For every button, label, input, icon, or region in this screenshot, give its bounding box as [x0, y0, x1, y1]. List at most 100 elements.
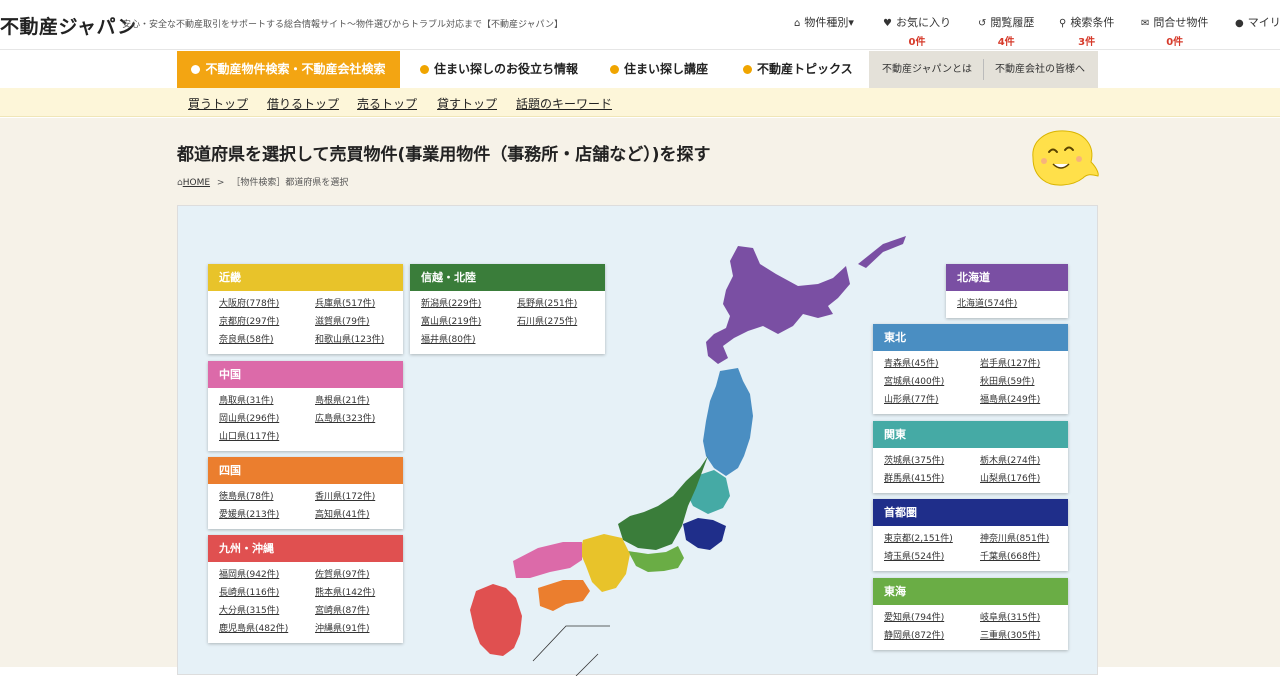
map-region-shikoku[interactable] [538, 580, 590, 611]
pref-link[interactable]: 鳥取県(31件) [219, 392, 307, 410]
pref-link[interactable]: 北海道(574件) [957, 295, 1068, 313]
pref-link[interactable]: 愛媛県(213件) [219, 506, 307, 524]
pref-link[interactable]: 島根県(21件) [315, 392, 403, 410]
subnav-buy[interactable]: 買うトップ [188, 95, 248, 112]
pref-link[interactable]: 群馬県(415件) [884, 470, 972, 488]
tab-property-search[interactable]: 不動産物件検索・不動産会社検索 [177, 51, 400, 88]
pref-list-shinetsu: 新潟県(229件) 長野県(251件) 富山県(219件) 石川県(275件) … [410, 291, 605, 354]
japan-map-panel: 近畿 大阪府(778件) 兵庫県(517件) 京都府(297件) 滋賀県(79件… [177, 205, 1098, 676]
tab-topics[interactable]: 不動産トピックス [743, 51, 853, 88]
pref-link[interactable]: 山梨県(176件) [980, 470, 1068, 488]
nav-inquiries[interactable]: ✉ 問合せ物件 0件 [1141, 14, 1208, 48]
pref-link[interactable]: 福井県(80件) [421, 331, 509, 349]
pref-link[interactable]: 徳島県(78件) [219, 488, 307, 506]
pref-link[interactable]: 茨城県(375件) [884, 452, 972, 470]
pref-link[interactable]: 大阪府(778件) [219, 295, 307, 313]
pref-link[interactable]: 宮崎県(87件) [315, 602, 403, 620]
map-region-kinki[interactable] [580, 534, 630, 592]
map-region-hokkaido[interactable] [706, 246, 850, 364]
region-title-kinki[interactable]: 近畿 [208, 264, 403, 291]
map-region-shutoken[interactable] [683, 518, 726, 550]
pref-link[interactable]: 神奈川県(851件) [980, 530, 1068, 548]
pref-link[interactable]: 鹿児島県(482件) [219, 620, 307, 638]
site-logo[interactable]: 不動産ジャパン [0, 12, 137, 39]
pref-link[interactable]: 秋田県(59件) [980, 373, 1068, 391]
pref-link[interactable]: 福島県(249件) [980, 391, 1068, 409]
region-title-shikoku[interactable]: 四国 [208, 457, 403, 484]
region-title-tokai[interactable]: 東海 [873, 578, 1068, 605]
pref-link[interactable]: 山口県(117件) [219, 428, 307, 446]
nav-favorites[interactable]: ♥ お気に入り 0件 [883, 14, 951, 48]
mail-icon: ✉ [1141, 18, 1150, 29]
link-business[interactable]: 不動産会社の皆様へ [995, 51, 1085, 88]
pref-link[interactable]: 青森県(45件) [884, 355, 972, 373]
pref-link[interactable]: 岩手県(127件) [980, 355, 1068, 373]
pref-link[interactable]: 東京都(2,151件) [884, 530, 972, 548]
pref-link[interactable]: 千葉県(668件) [980, 548, 1068, 566]
region-title-hokkaido[interactable]: 北海道 [946, 264, 1068, 291]
subnav-sell[interactable]: 売るトップ [357, 95, 417, 112]
pref-link[interactable]: 香川県(172件) [315, 488, 403, 506]
region-title-kanto[interactable]: 関東 [873, 421, 1068, 448]
pref-link[interactable]: 大分県(315件) [219, 602, 307, 620]
pref-link[interactable]: 高知県(41件) [315, 506, 403, 524]
subnav-lease[interactable]: 貸すトップ [437, 95, 497, 112]
map-region-chugoku[interactable] [513, 542, 582, 578]
pref-link[interactable]: 滋賀県(79件) [315, 313, 403, 331]
map-region-kyushu[interactable] [470, 584, 522, 656]
region-title-kyushu[interactable]: 九州・沖縄 [208, 535, 403, 562]
nav-favorites-count: 0件 [908, 37, 926, 48]
pref-link[interactable]: 広島県(323件) [315, 410, 403, 428]
pref-link[interactable]: 愛知県(794件) [884, 609, 972, 627]
pref-link[interactable]: 埼玉県(524件) [884, 548, 972, 566]
pref-link[interactable]: 長野県(251件) [517, 295, 605, 313]
region-title-chugoku[interactable]: 中国 [208, 361, 403, 388]
link-about[interactable]: 不動産ジャパンとは [882, 51, 972, 88]
pref-link[interactable]: 福岡県(942件) [219, 566, 307, 584]
region-title-tohoku[interactable]: 東北 [873, 324, 1068, 351]
pref-link[interactable]: 奈良県(58件) [219, 331, 307, 349]
pref-link[interactable]: 京都府(297件) [219, 313, 307, 331]
region-card-chugoku: 中国 鳥取県(31件) 島根県(21件) 岡山県(296件) 広島県(323件)… [208, 361, 403, 451]
pref-link[interactable]: 新潟県(229件) [421, 295, 509, 313]
pref-link[interactable]: 兵庫県(517件) [315, 295, 403, 313]
pref-list-hokkaido: 北海道(574件) [946, 291, 1068, 318]
region-title-shutoken[interactable]: 首都圏 [873, 499, 1068, 526]
subnav-keywords[interactable]: 話題のキーワード [516, 95, 612, 112]
region-card-hokkaido: 北海道 北海道(574件) [946, 264, 1068, 318]
map-kurils [858, 236, 906, 268]
nav-history[interactable]: ↺ 閲覧履歴 4件 [978, 14, 1034, 48]
pref-link[interactable]: 山形県(77件) [884, 391, 972, 409]
pref-link[interactable]: 熊本県(142件) [315, 584, 403, 602]
pref-link[interactable]: 石川県(275件) [517, 313, 605, 331]
pref-link[interactable]: 静岡県(872件) [884, 627, 972, 645]
region-title-shinetsu[interactable]: 信越・北陸 [410, 264, 605, 291]
nav-property-type-label: 物件種別▾ [804, 16, 854, 29]
tab-property-search-label: 不動産物件検索・不動産会社検索 [205, 62, 386, 76]
map-region-tohoku[interactable] [703, 368, 753, 476]
pref-link[interactable]: 沖縄県(91件) [315, 620, 403, 638]
breadcrumb-home[interactable]: HOME [183, 178, 210, 188]
pref-link[interactable]: 岡山県(296件) [219, 410, 307, 428]
region-card-kyushu: 九州・沖縄 福岡県(942件) 佐賀県(97件) 長崎県(116件) 熊本県(1… [208, 535, 403, 643]
breadcrumb: ⌂HOME > ［物件検索］都道府県を選択 [177, 175, 348, 188]
pref-link[interactable]: 佐賀県(97件) [315, 566, 403, 584]
pref-list-tohoku: 青森県(45件) 岩手県(127件) 宮城県(400件) 秋田県(59件) 山形… [873, 351, 1068, 414]
pref-list-kanto: 茨城県(375件) 栃木県(274件) 群馬県(415件) 山梨県(176件) [873, 448, 1068, 493]
pref-link[interactable]: 長崎県(116件) [219, 584, 307, 602]
pref-link[interactable]: 岐阜県(315件) [980, 609, 1068, 627]
pref-link[interactable]: 栃木県(274件) [980, 452, 1068, 470]
map-okinawa-inset-2 [575, 653, 599, 676]
pref-list-tokai: 愛知県(794件) 岐阜県(315件) 静岡県(872件) 三重県(305件) [873, 605, 1068, 650]
user-icon: ● [1235, 18, 1244, 29]
pref-link[interactable]: 和歌山県(123件) [315, 331, 403, 349]
subnav-rent[interactable]: 借りるトップ [267, 95, 339, 112]
nav-mypage[interactable]: ● マイリ [1235, 14, 1280, 46]
pref-link[interactable]: 宮城県(400件) [884, 373, 972, 391]
pref-link[interactable]: 三重県(305件) [980, 627, 1068, 645]
nav-saved-search[interactable]: ⚲ 検索条件 3件 [1059, 14, 1114, 48]
tab-course[interactable]: 住まい探し講座 [610, 51, 708, 88]
nav-property-type[interactable]: ⌂ 物件種別▾ [794, 14, 854, 46]
tab-useful-info[interactable]: 住まい探しのお役立ち情報 [420, 51, 578, 88]
pref-link[interactable]: 富山県(219件) [421, 313, 509, 331]
